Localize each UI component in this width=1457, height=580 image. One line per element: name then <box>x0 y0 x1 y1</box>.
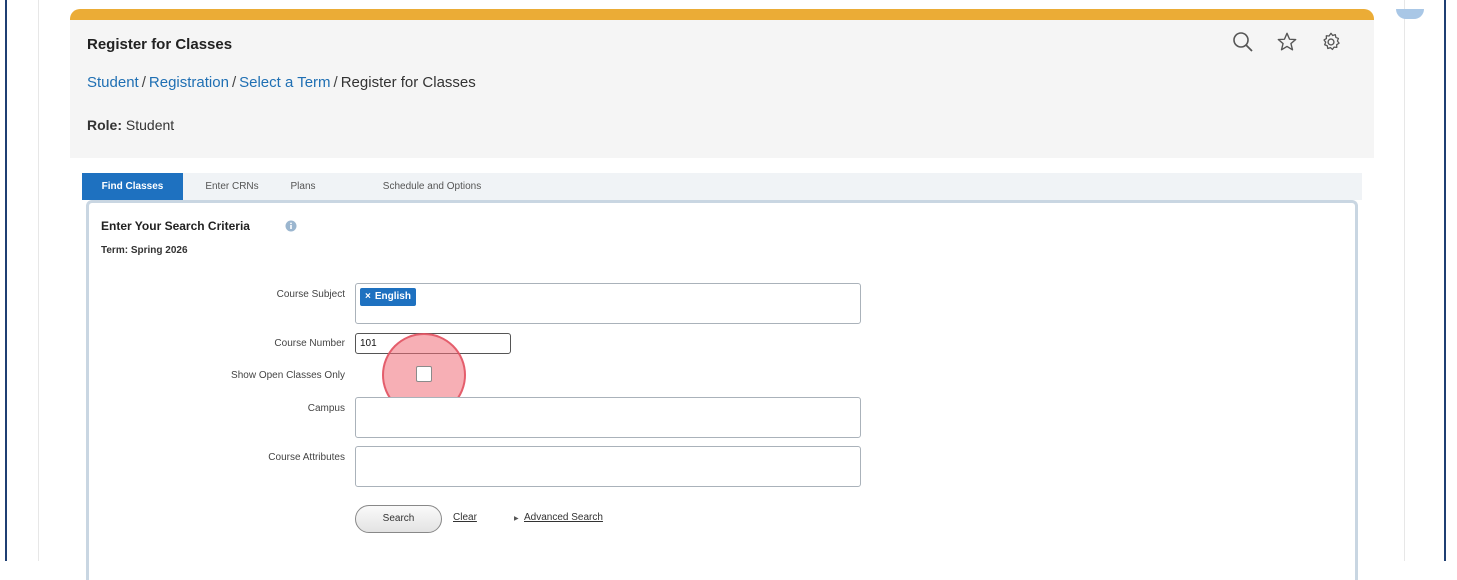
open-classes-checkbox[interactable] <box>416 366 432 382</box>
course-subject-label: Course Subject <box>276 289 345 300</box>
advanced-search-link[interactable]: Advanced Search <box>524 512 603 523</box>
open-classes-label: Show Open Classes Only <box>231 370 345 381</box>
course-subject-input[interactable] <box>355 283 861 324</box>
search-criteria-title: Enter Your Search Criteria <box>101 219 250 233</box>
term-label: Term: Spring 2026 <box>101 245 188 256</box>
search-panel <box>86 200 1358 580</box>
clear-link[interactable]: Clear <box>453 512 477 523</box>
tab-schedule-options[interactable]: Schedule and Options <box>362 173 502 200</box>
chip-remove-icon[interactable]: × <box>365 291 371 302</box>
page-title: Register for Classes <box>87 36 233 53</box>
course-attributes-input[interactable] <box>355 446 861 487</box>
breadcrumb-student[interactable]: Student <box>87 74 139 91</box>
role-label: Role: <box>87 117 122 133</box>
tab-plans[interactable]: Plans <box>278 173 328 200</box>
breadcrumb-current: Register for Classes <box>340 74 476 91</box>
header-toolbar <box>1230 29 1344 55</box>
tab-bar: Find Classes Enter CRNs Plans Schedule a… <box>82 173 1362 200</box>
info-icon[interactable] <box>285 219 297 237</box>
search-icon[interactable] <box>1230 29 1256 55</box>
campus-label: Campus <box>307 403 345 414</box>
role-info: Role: Student <box>87 117 174 133</box>
gear-icon[interactable] <box>1318 29 1344 55</box>
breadcrumb-registration[interactable]: Registration <box>149 74 229 91</box>
course-number-label: Course Number <box>274 338 345 349</box>
breadcrumb-select-term[interactable]: Select a Term <box>239 74 330 91</box>
left-gutter <box>38 0 39 561</box>
tab-find-classes[interactable]: Find Classes <box>82 173 183 200</box>
subject-chip: × English <box>360 288 416 306</box>
subject-chip-label: English <box>374 291 411 302</box>
right-gutter <box>1404 0 1405 561</box>
expand-arrow-icon: ▶ <box>514 516 519 522</box>
course-attributes-label: Course Attributes <box>268 452 345 463</box>
star-icon[interactable] <box>1274 29 1300 55</box>
breadcrumb: Student / Registration / Select a Term / Regis… <box>87 74 476 91</box>
tab-enter-crns[interactable]: Enter CRNs <box>192 173 272 200</box>
role-value: Student <box>125 117 175 133</box>
search-button[interactable]: Search <box>355 505 442 533</box>
campus-input[interactable] <box>355 397 861 438</box>
